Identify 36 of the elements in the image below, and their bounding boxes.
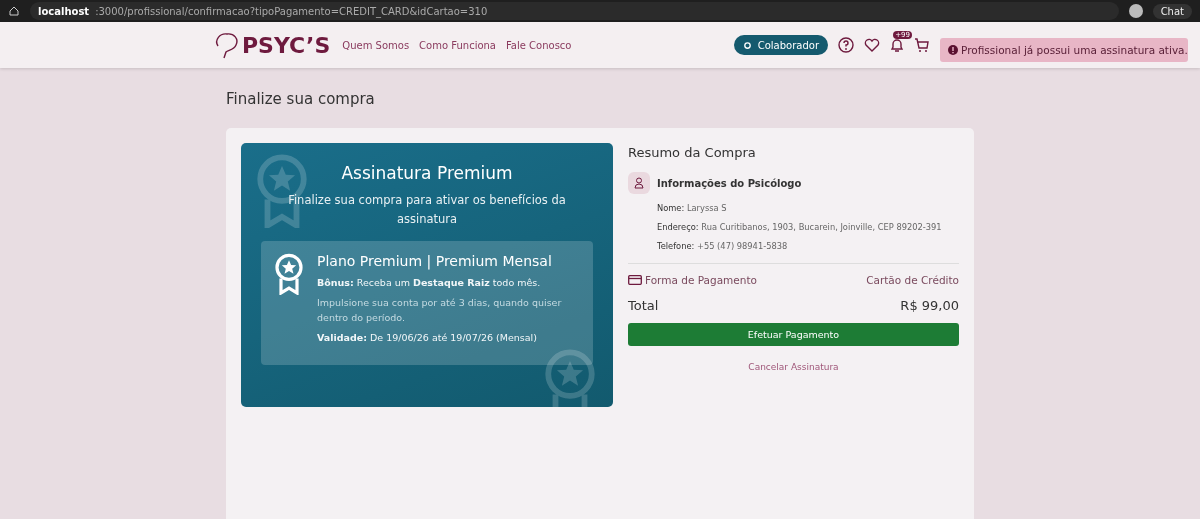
credit-card-icon — [628, 275, 642, 285]
chat-button[interactable]: Chat — [1152, 3, 1192, 19]
pay-button[interactable]: Efetuar Pagamento — [628, 323, 959, 346]
info-title: Informações do Psicólogo — [657, 177, 802, 189]
cart-icon[interactable] — [914, 37, 930, 53]
total-value: R$ 99,00 — [900, 298, 959, 313]
medal-icon — [273, 253, 305, 295]
info-line: Endereço: Rua Curitibanos, 1903, Bucarein, Joinville, CEP 89202-391 — [657, 222, 942, 232]
user-avatar — [628, 172, 650, 194]
home-icon[interactable] — [8, 5, 20, 17]
payment-label: Forma de Pagamento — [645, 274, 757, 286]
info-line: Nome: Laryssa S — [657, 203, 727, 213]
collaborator-button[interactable]: Colaborador — [733, 35, 828, 55]
validity-text: Validade: De 19/06/26 até 19/07/26 (Mensal) — [317, 332, 537, 343]
alert-icon — [948, 45, 958, 55]
cancel-link[interactable]: Cancelar Assinatura — [748, 362, 839, 372]
nav-link[interactable]: Quem Somos — [342, 39, 410, 51]
summary-title: Resumo da Compra — [628, 145, 757, 160]
address-bar[interactable]: localhost :3000/profissional/confirmacao?tipoPagamento=CREDIT_CARD&idCartao=310 — [30, 2, 1119, 20]
total-label: Total — [628, 298, 659, 313]
boost-text: Impulsione sua conta por até 3 dias, quando quiser dentro do período. — [317, 297, 562, 323]
nav-link[interactable]: Como Funciona — [419, 39, 496, 51]
help-icon[interactable] — [838, 37, 854, 53]
heart-icon[interactable] — [864, 38, 880, 52]
nav-link[interactable]: Fale Conosco — [506, 39, 572, 51]
logo-text[interactable]: PSYC’S — [242, 32, 331, 58]
page-title: Finalize sua compra — [226, 90, 376, 108]
payment-value: Cartão de Crédito — [866, 274, 959, 286]
plan-name: Plano Premium | Premium Mensal — [317, 253, 553, 269]
plan-title: Assinatura Premium — [341, 163, 513, 183]
bonus-text: Bônus: Receba um Destaque Raiz todo mês. — [317, 277, 541, 288]
profile-icon[interactable] — [1128, 4, 1143, 18]
plan-subtitle: Finalize sua compra para ativar os benefícios da assinatura — [287, 192, 567, 228]
alert-message: Profissional já possui uma assinatura ativa. — [961, 44, 1188, 56]
info-line: Telefone: +55 (47) 98941-5838 — [657, 241, 788, 251]
bell-icon[interactable] — [890, 37, 904, 53]
